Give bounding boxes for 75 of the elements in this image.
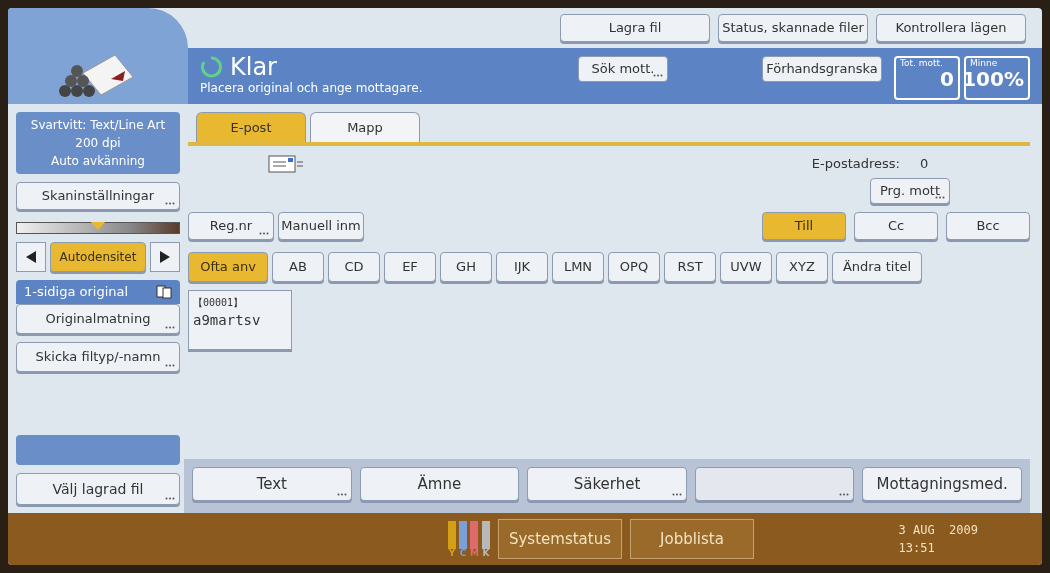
- more-icon: [336, 493, 347, 496]
- destination-name: a9martsv: [193, 310, 261, 330]
- status-bar-button[interactable]: Jobblista: [629, 519, 754, 559]
- index-tab[interactable]: CD: [328, 251, 380, 282]
- original-feed-button[interactable]: Originalmatning: [16, 304, 180, 334]
- top-button[interactable]: Status, skannade filer: [718, 14, 868, 42]
- option-button[interactable]: Säkerhet: [527, 467, 687, 501]
- entry-button[interactable]: Reg.nr: [188, 211, 274, 240]
- toner-letter: C: [459, 548, 467, 558]
- more-icon: [653, 74, 663, 77]
- preview-button[interactable]: Förhandsgranska: [762, 56, 882, 82]
- original-type-text: 1-sidiga original: [24, 283, 129, 302]
- stored-file-button[interactable]: Välj lagrad fil: [16, 473, 180, 505]
- program-recipient-button[interactable]: Prg. mott: [870, 177, 950, 204]
- index-tab[interactable]: IJK: [496, 251, 548, 282]
- density-marker[interactable]: [91, 222, 105, 230]
- index-tab[interactable]: AB: [272, 251, 324, 282]
- index-tab[interactable]: UVW: [720, 251, 772, 282]
- right-triangle-icon: [160, 251, 170, 263]
- search-recipient-button[interactable]: Sök mott.: [578, 56, 668, 82]
- top-button[interactable]: Kontrollera lägen: [876, 14, 1026, 42]
- counter-label: Minne: [970, 58, 999, 70]
- toner-letter: K: [482, 548, 490, 558]
- index-tab[interactable]: GH: [440, 251, 492, 282]
- counter-value: 0: [940, 69, 954, 90]
- address-count-label: E-postadress:: [811, 155, 900, 173]
- scan-summary-text: 200 dpi: [75, 135, 121, 152]
- index-tab[interactable]: EF: [384, 251, 436, 282]
- more-icon: [165, 497, 175, 500]
- scan-summary-text: Auto avkänning: [51, 153, 145, 170]
- more-icon: [165, 326, 175, 329]
- status-bar-button[interactable]: Systemstatus: [497, 519, 622, 559]
- destination-card[interactable]: 【00001】 a9martsv: [188, 289, 292, 350]
- top-button[interactable]: Lagra fil: [560, 14, 710, 42]
- counter-value: 100%: [962, 69, 1024, 90]
- option-button[interactable]: Mottagningsmed.: [862, 467, 1022, 501]
- index-tab[interactable]: XYZ: [776, 251, 828, 282]
- date-text: 3 AUG 2009: [898, 522, 978, 539]
- increase-button[interactable]: [150, 242, 180, 272]
- entry-button[interactable]: Manuell inm: [278, 211, 364, 240]
- scan-summary-text: Svartvitt: Text/Line Art: [30, 117, 166, 134]
- file-type-button[interactable]: Skicka filtyp/-namn: [16, 342, 180, 372]
- recipient-type-button[interactable]: Till: [762, 211, 846, 240]
- toner-letter: M: [470, 548, 479, 558]
- more-icon: [165, 202, 175, 205]
- toner-letter: Y: [448, 548, 456, 558]
- more-icon: [671, 493, 682, 496]
- scan-settings-button[interactable]: Skaninställningar: [16, 182, 180, 210]
- recipient-type-button[interactable]: Bcc: [946, 211, 1030, 240]
- counter-label: Tot. mott.: [900, 58, 944, 70]
- pages-icon: [156, 285, 172, 299]
- tab[interactable]: E-post: [196, 112, 306, 142]
- decrease-button[interactable]: [16, 242, 46, 272]
- address-count-value: 0: [920, 155, 930, 173]
- destination-number: 【00001】: [193, 295, 244, 310]
- more-icon: [259, 231, 269, 235]
- option-button[interactable]: Ämne: [359, 467, 520, 501]
- more-icon: [839, 493, 850, 496]
- more-icon: [165, 364, 175, 367]
- index-tab[interactable]: Ofta anv: [188, 251, 268, 282]
- status-text: Klar: [230, 55, 277, 79]
- envelope-icon: [268, 154, 304, 174]
- status-message: Placera original och ange mottagare.: [200, 80, 423, 97]
- option-button[interactable]: Text: [192, 467, 352, 501]
- recipient-type-button[interactable]: Cc: [854, 211, 938, 240]
- left-triangle-icon: [26, 251, 36, 263]
- index-tab[interactable]: Ändra titel: [832, 251, 922, 282]
- tab[interactable]: Mapp: [310, 112, 420, 142]
- ready-ring-icon: [200, 56, 222, 78]
- index-tab[interactable]: LMN: [552, 251, 604, 282]
- index-tab[interactable]: OPQ: [608, 251, 660, 282]
- auto-density-button[interactable]: Autodensitet: [50, 242, 146, 272]
- index-tab[interactable]: RST: [664, 251, 716, 282]
- time-text: 13:51: [898, 540, 936, 557]
- more-icon: [935, 195, 945, 199]
